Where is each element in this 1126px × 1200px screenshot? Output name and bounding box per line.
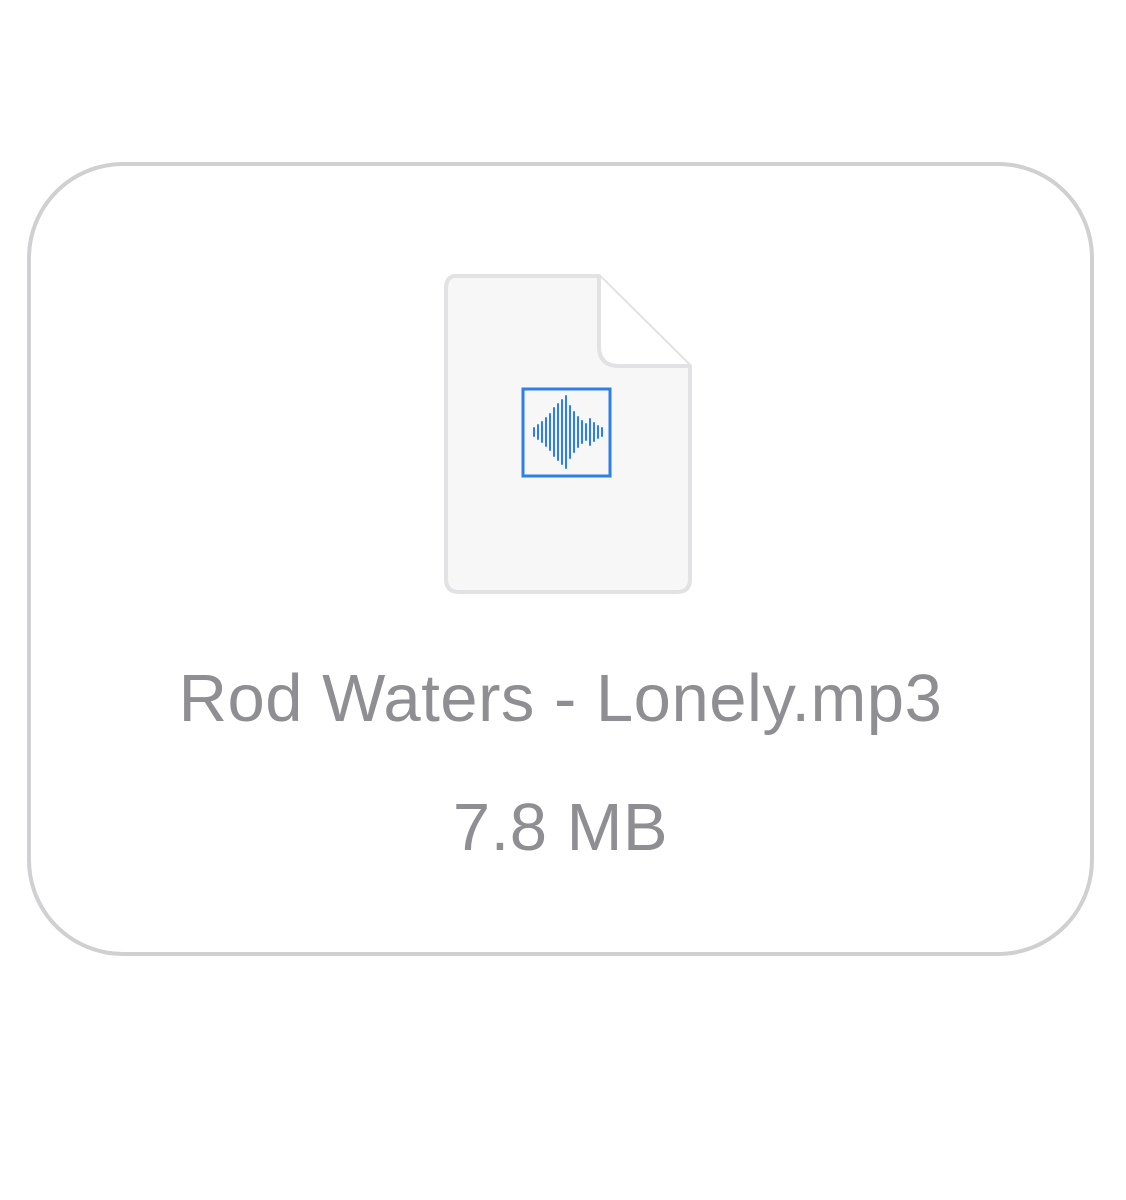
audio-file-icon [444, 274, 694, 599]
file-size: 7.8 MB [452, 790, 669, 865]
audio-attachment-card[interactable]: Rod Waters - Lonely.mp3 7.8 MB [27, 162, 1094, 956]
file-name: Rod Waters - Lonely.mp3 [178, 661, 943, 736]
